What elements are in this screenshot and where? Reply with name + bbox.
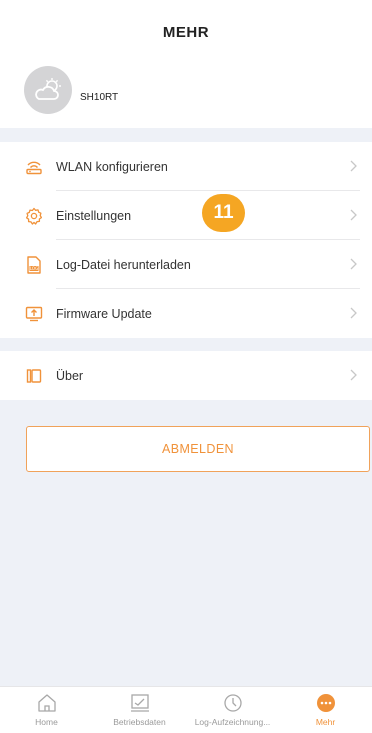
tab-operating-data[interactable]: Betriebsdaten — [93, 687, 186, 733]
tab-log-records[interactable]: Log-Aufzeichnung... — [186, 687, 279, 733]
avatar — [24, 66, 72, 114]
gear-icon — [25, 207, 43, 225]
svg-text:LOG: LOG — [30, 266, 38, 271]
home-icon — [36, 692, 58, 714]
menu-item-label: Firmware Update — [56, 306, 152, 321]
info-icon — [25, 367, 43, 385]
wifi-router-icon — [25, 158, 43, 176]
tab-label: Log-Aufzeichnung... — [194, 717, 271, 727]
menu-item-label: WLAN konfigurieren — [56, 159, 168, 174]
page-title: MEHR — [162, 24, 210, 41]
menu-item-wlan[interactable]: WLAN konfigurieren — [0, 142, 372, 191]
menu-item-log-download[interactable]: LOG Log-Datei herunterladen — [0, 240, 372, 289]
tab-label: Mehr — [315, 717, 336, 727]
logout-button[interactable]: ABMELDEN — [26, 426, 370, 472]
menu-item-about[interactable]: Über — [0, 351, 372, 400]
log-file-icon: LOG — [25, 255, 43, 274]
menu-item-label: Über — [56, 368, 84, 383]
chevron-right-icon — [350, 369, 357, 381]
clock-icon — [222, 692, 244, 714]
menu-item-firmware-update[interactable]: Firmware Update — [0, 289, 372, 338]
menu-item-label: Einstellungen — [56, 208, 132, 223]
menu-item-label: Log-Datei herunterladen — [56, 257, 191, 272]
tab-label: Home — [35, 717, 58, 727]
tab-label: Betriebsdaten — [113, 717, 166, 727]
cloud-sun-icon — [35, 78, 61, 100]
profile[interactable]: SH10RT — [24, 66, 118, 114]
annotation-badge: 11 — [202, 194, 245, 232]
menu-group-main: WLAN konfigurieren Einstellungen LOG Log… — [0, 142, 372, 338]
device-name: SH10RT — [80, 91, 119, 103]
chevron-right-icon — [350, 258, 357, 270]
chevron-right-icon — [350, 160, 357, 172]
tab-more[interactable]: Mehr — [279, 687, 372, 733]
menu-group-about: Über — [0, 351, 372, 400]
firmware-update-icon — [25, 305, 43, 323]
tab-bar: Home Betriebsdaten Log-Aufzeichnung... M… — [0, 686, 372, 733]
chevron-right-icon — [350, 307, 357, 319]
menu-item-settings[interactable]: Einstellungen — [0, 191, 372, 240]
chart-icon — [129, 692, 151, 714]
chevron-right-icon — [350, 209, 357, 221]
more-icon — [315, 692, 337, 714]
header: MEHR SH10RT — [0, 0, 372, 128]
tab-home[interactable]: Home — [0, 687, 93, 733]
